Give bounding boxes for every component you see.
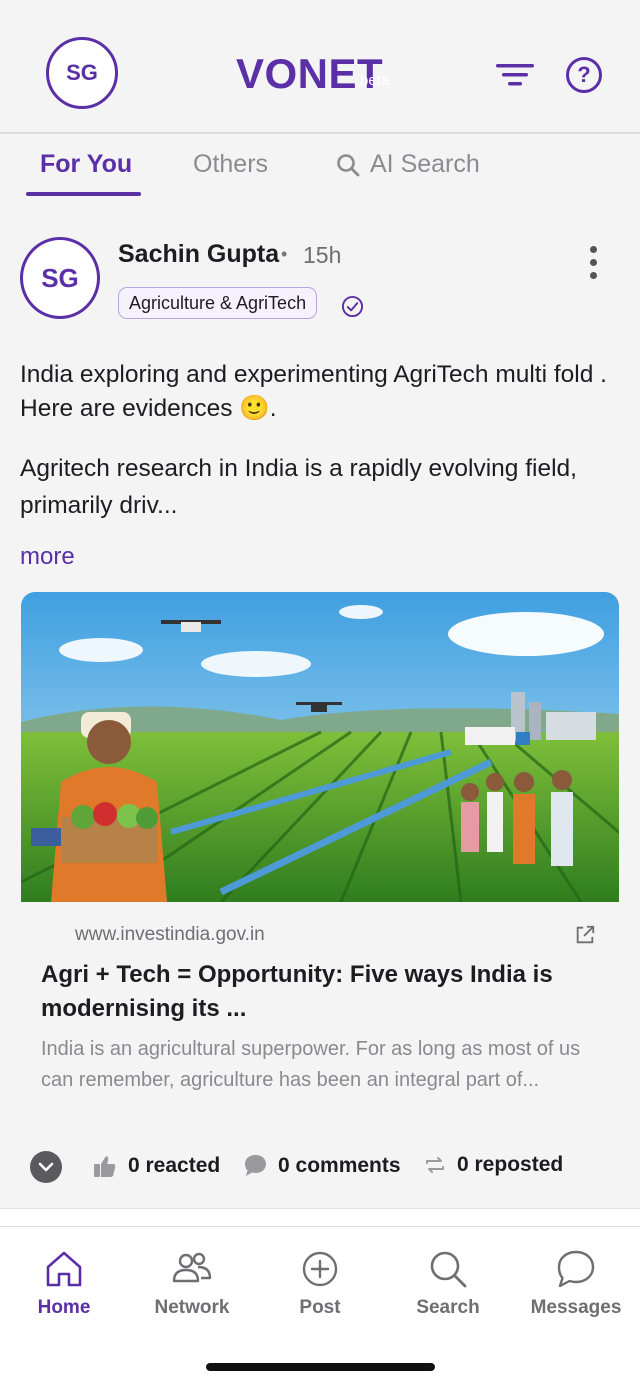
nav-search[interactable]: Search [384,1247,512,1319]
nav-home[interactable]: Home [0,1247,128,1319]
search-icon [337,153,360,176]
nav-post-label: Post [299,1297,341,1318]
nav-messages[interactable]: Messages [512,1247,640,1319]
app-header: SG VONET beta ? [0,0,640,134]
brand-beta-label: beta [360,72,390,89]
read-more-link[interactable]: more [20,543,75,571]
nav-search-label: Search [416,1297,480,1318]
verified-check-icon [341,295,364,318]
nav-post[interactable]: Post [256,1247,384,1319]
post-text-body: Agritech research in India is a rapidly … [20,455,577,519]
post-author-avatar[interactable]: SG [20,237,100,319]
link-preview-image [21,592,619,902]
active-tab-indicator [26,192,141,196]
post-text-intro: India exploring and experimenting AgriTe… [20,361,607,422]
post-actions: 0 reacted 0 comments 0 reposted [0,1145,640,1189]
link-preview-card[interactable]: www.investindia.gov.in Agri + Tech = Opp… [21,592,619,1102]
home-indicator-bar [206,1363,435,1371]
search-icon [430,1251,467,1288]
nav-network[interactable]: Network [128,1247,256,1319]
comment-button[interactable]: 0 comments [243,1153,401,1178]
nav-network-label: Network [154,1297,230,1318]
more-options-icon[interactable] [580,246,606,286]
external-link-icon[interactable] [574,924,596,946]
plus-circle-icon [302,1251,338,1287]
post-author-name[interactable]: Sachin Gupta [118,240,279,269]
filter-icon[interactable] [494,58,536,92]
link-title[interactable]: Agri + Tech = Opportunity: Five ways Ind… [41,958,601,1026]
link-description: India is an agricultural superpower. For… [41,1038,581,1091]
tab-others[interactable]: Others [193,150,268,179]
tab-for-you[interactable]: For You [40,150,132,179]
feed-tabs: For You Others AI Search [0,136,640,200]
people-icon [172,1252,212,1283]
comment-bubble-icon [245,1155,266,1176]
separator-dot: • [281,244,288,264]
chat-bubble-icon [557,1250,595,1288]
nav-messages-label: Messages [530,1297,622,1318]
react-button[interactable]: 0 reacted [92,1153,220,1179]
home-icon [46,1251,82,1287]
nav-home-label: Home [37,1297,91,1318]
repost-button[interactable]: 0 reposted [423,1153,563,1177]
post-divider [0,1208,640,1226]
help-icon[interactable]: ? [566,57,602,93]
chevron-down-icon[interactable] [30,1151,62,1183]
comments-count: 0 comments [278,1153,401,1177]
thumbs-up-icon [94,1156,116,1177]
profile-avatar[interactable]: SG [46,37,118,109]
post-timestamp: 15h [303,242,342,268]
repost-icon [426,1157,444,1173]
reposted-count: 0 reposted [457,1153,564,1176]
tab-ai-search-label: AI Search [370,150,480,178]
reacted-count: 0 reacted [128,1154,221,1177]
tab-ai-search[interactable]: AI Search [336,150,480,179]
link-domain: www.investindia.gov.in [75,924,265,945]
post-category-tag[interactable]: Agriculture & AgriTech [118,287,318,319]
